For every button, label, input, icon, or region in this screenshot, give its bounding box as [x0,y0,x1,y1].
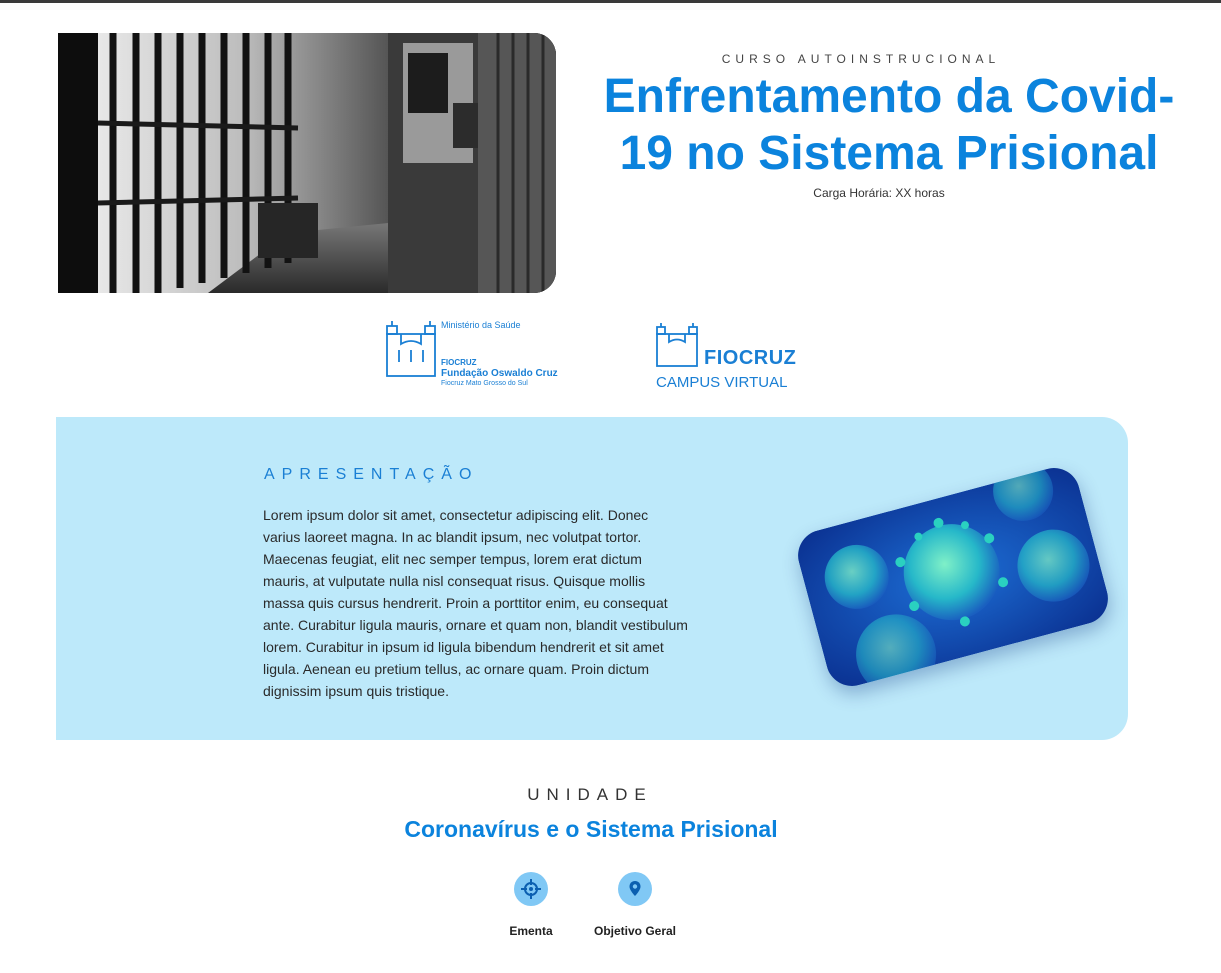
fiocruz-castle-icon [386,321,436,377]
logo-line-unit: Fiocruz Mato Grosso do Sul [441,380,528,387]
fiocruz-castle-icon [656,323,698,367]
course-type-label: CURSO AUTOINSTRUCIONAL [721,52,1001,66]
prison-corridor-photo [58,33,556,293]
presentation-heading: APRESENTAÇÃO [264,466,479,483]
objetivo-geral-label: Objetivo Geral [593,924,677,938]
top-border [0,0,1221,3]
objetivo-geral-button[interactable]: Objetivo Geral [585,872,685,942]
logo-line-fiocruz: FIOCRUZ [704,347,797,369]
unit-title: Coronavírus e o Sistema Prisional [404,816,778,842]
unit-heading: UNIDADE [527,785,653,804]
presentation-section: APRESENTAÇÃO Lorem ipsum dolor sit amet,… [56,417,1128,740]
logo-line-campus: CAMPUS VIRTUAL [656,374,788,391]
logo-line-fiocruz: FIOCRUZ [441,358,477,367]
ministerio-saude-logo: Ministério da Saúde FIOCRUZ Fundação Osw… [385,318,565,392]
page-title: Enfrentamento da Covid-19 no Sistema Pri… [603,70,1175,180]
logo-line-fundacao: Fundação Oswaldo Cruz [441,368,558,379]
crosshair-icon [521,879,541,899]
workload-text: Carga Horária: XX horas [813,186,945,200]
coronavirus-image [792,462,1114,692]
campus-virtual-logo: FIOCRUZ CAMPUS VIRTUAL [655,320,815,394]
ementa-button[interactable]: Ementa [481,872,581,942]
map-pin-icon [629,881,641,896]
ementa-label: Ementa [509,924,553,938]
logo-line-ministerio: Ministério da Saúde [441,320,521,330]
presentation-text: Lorem ipsum dolor sit amet, consectetur … [263,507,688,699]
